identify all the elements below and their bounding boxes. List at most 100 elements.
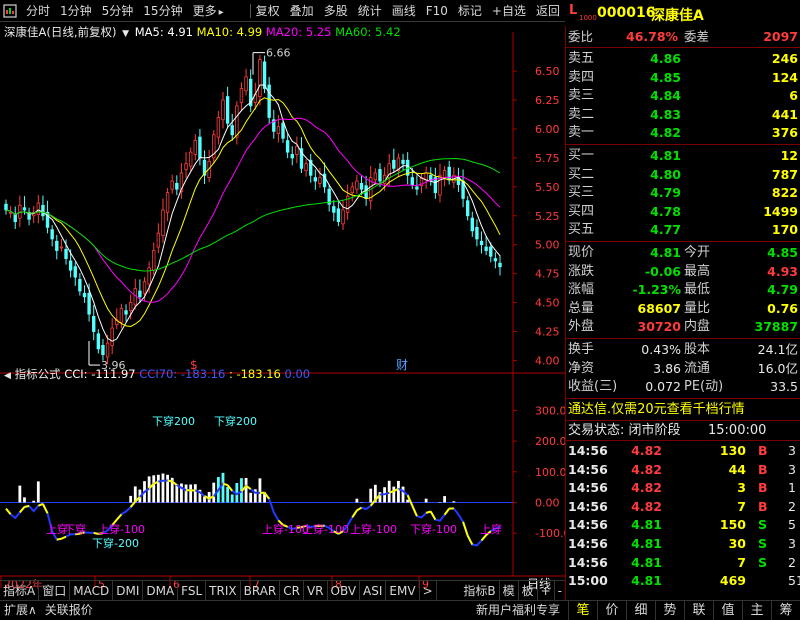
candle-body [225, 96, 230, 124]
candle-body [50, 229, 54, 240]
back-button[interactable]: 返回 [531, 0, 565, 22]
candle-body [128, 302, 133, 312]
candle-body [424, 172, 428, 181]
indicator-label[interactable]: 指标公式 [15, 367, 61, 381]
draw-line-button[interactable]: 画线 [387, 0, 421, 22]
price-tick-label: 6.50 [535, 65, 560, 78]
f10-button[interactable]: F10 [421, 0, 453, 22]
tab-fsl[interactable]: FSL [178, 580, 207, 601]
indicator-expand-icon[interactable]: ◀ [4, 371, 11, 381]
tick-time: 14:56 [568, 480, 608, 496]
cci-bar [424, 498, 428, 503]
tab-next-arrow[interactable]: > [420, 580, 437, 601]
fundamental-value: 24.1亿 [757, 342, 798, 357]
fundamental-label: PE(动) [684, 379, 724, 395]
tick-row: 14:56 4.82 7 B 2 [566, 498, 800, 517]
fuquan-button[interactable]: 复权 [251, 0, 285, 22]
fundamental-value: 0.43% [641, 342, 681, 357]
zoom-in-button[interactable]: + [538, 580, 555, 601]
indicator-tab-bar: 指标A 窗口 MACD DMI DMA FSL TRIX BRAR CR VR … [0, 580, 565, 601]
candle-body [267, 84, 271, 118]
indicator-tab-b[interactable]: 指标B [460, 580, 500, 601]
candle-body [170, 180, 174, 190]
candle-body [285, 140, 290, 153]
related-quotes-button[interactable]: 关联报价 [41, 601, 97, 620]
stat-label: 内盘 [684, 319, 711, 335]
tick-count: 3 [788, 443, 796, 458]
tab-zhu[interactable]: 主 [742, 601, 771, 620]
tick-time: 15:00 [568, 573, 608, 589]
more-arrow-icon: ▸ [218, 6, 224, 18]
sell-price: 4.82 [650, 125, 681, 141]
sell-volume: 6 [789, 88, 798, 104]
tab-bi[interactable]: 笔 [568, 601, 597, 620]
tab-xi[interactable]: 细 [626, 601, 655, 620]
tick-direction: S [758, 536, 768, 551]
buy-price: 4.79 [650, 185, 681, 201]
cci-bar [161, 473, 165, 503]
buy-volume: 170 [771, 222, 798, 238]
promo-link[interactable]: 新用户福利专享 [472, 601, 564, 620]
price-tick-label: 5.25 [535, 210, 560, 223]
tab-jia[interactable]: 价 [597, 601, 626, 620]
sell-price: 4.86 [650, 51, 681, 66]
collapse-chevron-icon[interactable]: ▼ [122, 29, 129, 39]
tab-dma[interactable]: DMA [143, 580, 179, 601]
candle-body [68, 260, 73, 271]
divider [566, 241, 800, 242]
candle-body [359, 182, 364, 190]
candle-body [78, 279, 82, 292]
window-tab[interactable]: 窗口 [39, 580, 71, 601]
cci-bar [258, 478, 262, 503]
zoom-out-button[interactable]: - [555, 581, 565, 601]
tab-macd[interactable]: MACD [70, 580, 114, 601]
tick-price: 4.81 [631, 573, 662, 589]
tab-zhi[interactable]: 值 [713, 601, 742, 620]
expand-button[interactable]: 扩展∧ [0, 601, 41, 620]
tab-dmi[interactable]: DMI [113, 580, 144, 601]
candle-body [295, 145, 299, 155]
weibi-value: 46.78% [626, 29, 679, 44]
tab-emv[interactable]: EMV [386, 580, 420, 601]
fundamental-label: 流通 [684, 360, 711, 376]
tab-lian[interactable]: 联 [684, 601, 713, 620]
down-cross-neg100-label: 下穿-100 [410, 522, 457, 536]
tick-volume: 7 [737, 554, 746, 570]
stats-button[interactable]: 统计 [353, 0, 387, 22]
indicator-tab-a[interactable]: 指标A [0, 580, 40, 601]
tab-chou[interactable]: 筹 [771, 601, 800, 620]
period-tab-1min[interactable]: 1分钟 [55, 0, 97, 22]
add-favorite-button[interactable]: +自选 [487, 0, 531, 22]
period-tab-15min[interactable]: 15分钟 [138, 0, 187, 22]
sell-volume: 246 [771, 51, 798, 66]
tab-asi[interactable]: ASI [360, 580, 387, 601]
period-tab-fenshi[interactable]: 分时 [21, 0, 55, 22]
period-tab-5min[interactable]: 5分钟 [97, 0, 139, 22]
tab-vr[interactable]: VR [304, 580, 328, 601]
period-more-button[interactable]: 更多 ▸ [188, 0, 229, 22]
tab-brar[interactable]: BRAR [241, 580, 281, 601]
candle-body [410, 177, 414, 185]
promo-banner[interactable]: 通达信.仅需20元查看千档行情 [566, 401, 800, 420]
tick-row: 14:56 4.81 30 S 3 [566, 535, 800, 554]
cci-ma-segment [60, 535, 67, 540]
mark-button[interactable]: 标记 [453, 0, 487, 22]
tick-price: 4.81 [631, 554, 662, 570]
tick-time: 14:56 [568, 536, 608, 551]
app-icon[interactable] [2, 3, 18, 19]
stock-code: 000016 [597, 5, 656, 21]
template-tab[interactable]: 模 [500, 580, 519, 601]
tab-trix[interactable]: TRIX [206, 580, 241, 601]
candle-body [87, 292, 91, 315]
overlay-button[interactable]: 叠加 [285, 0, 319, 22]
multi-stock-button[interactable]: 多股 [319, 0, 353, 22]
tab-shi[interactable]: 势 [655, 601, 684, 620]
cci-ma-segment [462, 521, 469, 536]
board-tab[interactable]: 板 [519, 580, 538, 601]
buy-row: 买一 4.81 12 [566, 147, 800, 166]
tick-direction: B [758, 461, 768, 477]
kline-chart[interactable]: 6.50 6.25 6.00 5.75 5.50 5.25 5.00 4.75 4.50 4.25… [0, 22, 565, 600]
tick-volume: 150 [719, 517, 746, 533]
tab-cr[interactable]: CR [280, 580, 304, 601]
tab-obv[interactable]: OBV [328, 580, 361, 601]
